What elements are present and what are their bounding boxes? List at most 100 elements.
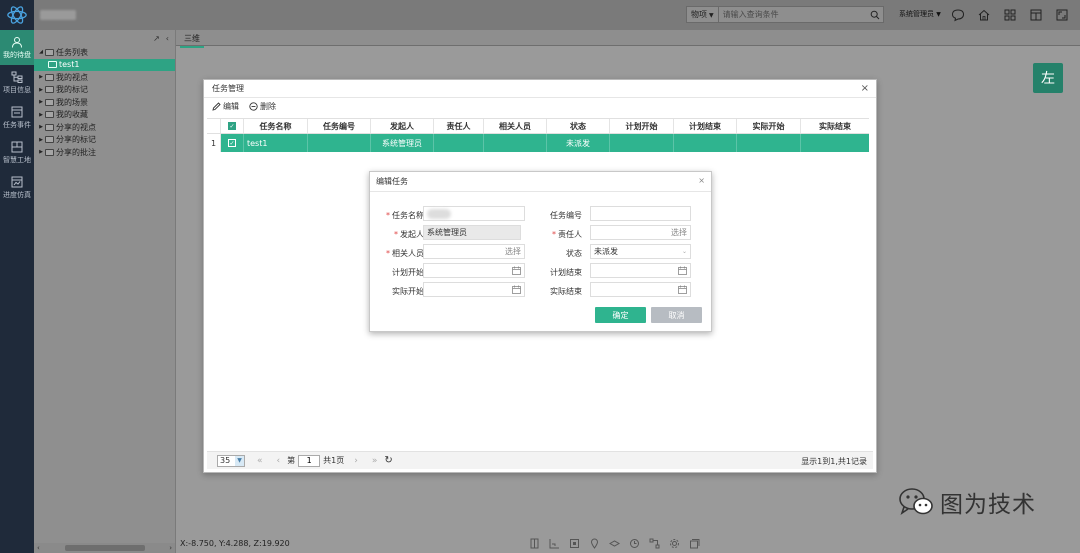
select-hint[interactable]: 选择 <box>505 246 521 257</box>
page-number-input[interactable] <box>298 454 321 467</box>
tree-item-label: 我的收藏 <box>56 110 88 120</box>
collapsed-caret-icon[interactable]: ▶ <box>37 87 45 93</box>
building-icon[interactable] <box>528 537 540 549</box>
tree-item-my-favorites[interactable]: ▶ 我的收藏 <box>34 109 175 122</box>
actual-end-field[interactable] <box>590 282 691 297</box>
nav-item-project-info[interactable]: 项目信息 <box>0 65 34 100</box>
search-icon[interactable] <box>867 7 883 22</box>
cancel-button[interactable]: 取消 <box>651 307 702 323</box>
first-page-icon[interactable]: « <box>257 456 263 466</box>
tab-3d[interactable]: 三维 <box>180 31 204 48</box>
prev-page-icon[interactable]: ‹ <box>277 456 281 466</box>
table-row[interactable]: 1 ✓ test1 系统管理员 未派发 <box>207 134 869 152</box>
chat-icon[interactable] <box>950 6 966 24</box>
nav-item-progress-simulation[interactable]: 进度仿真 <box>0 170 34 205</box>
collapsed-caret-icon[interactable]: ▶ <box>37 124 45 130</box>
select-hint[interactable]: 选择 <box>671 227 687 238</box>
location-pin-icon[interactable] <box>588 537 600 549</box>
row-checkbox[interactable]: ✓ <box>228 139 236 147</box>
horizontal-scrollbar[interactable]: ‹ › <box>34 543 175 553</box>
nav-item-my-todo[interactable]: 我的待盘 <box>0 30 34 65</box>
measure-icon[interactable] <box>548 537 560 549</box>
top-bar: 物项▼ 系统管理员 ▼ <box>0 0 1080 30</box>
home-icon[interactable] <box>976 6 992 24</box>
calendar-icon[interactable] <box>512 266 521 275</box>
select-all-checkbox[interactable]: ✓ <box>228 122 236 130</box>
side-view-badge[interactable]: 左 <box>1033 63 1063 93</box>
collapsed-caret-icon[interactable]: ▶ <box>37 112 45 118</box>
tree-item-test1[interactable]: test1 <box>34 58 175 71</box>
nav-item-task-events[interactable]: 任务事件 <box>0 100 34 135</box>
next-page-icon[interactable]: › <box>354 456 358 466</box>
clock-icon[interactable] <box>628 537 640 549</box>
calendar-icon[interactable] <box>678 266 687 275</box>
nav-item-label: 任务事件 <box>3 120 31 129</box>
status-select[interactable]: 未派发 ⌄ <box>590 244 691 259</box>
close-icon[interactable]: × <box>698 176 705 185</box>
search-input[interactable] <box>717 7 867 22</box>
tree-item-shared-annotations[interactable]: ▶ 分享的批注 <box>34 146 175 159</box>
plan-start-field[interactable] <box>423 263 525 278</box>
plan-end-field[interactable] <box>590 263 691 278</box>
network-icon[interactable] <box>648 537 660 549</box>
expand-icon[interactable]: ↗ <box>153 34 160 43</box>
close-icon[interactable]: × <box>861 83 869 94</box>
scrollbar-thumb[interactable] <box>64 545 145 551</box>
cell-owner <box>434 134 484 152</box>
nav-item-smart-site[interactable]: 智慧工地 <box>0 135 34 170</box>
calendar-icon[interactable] <box>678 285 687 294</box>
tree-item-my-viewpoints[interactable]: ▶ 我的视点 <box>34 71 175 84</box>
owner-field[interactable]: 选择 <box>590 225 691 240</box>
tree-item-shared-marks[interactable]: ▶ 分享的标记 <box>34 134 175 147</box>
tree-item-shared-viewpoints[interactable]: ▶ 分享的视点 <box>34 121 175 134</box>
view-icon[interactable] <box>608 537 620 549</box>
grid-apps-icon[interactable] <box>1002 6 1018 24</box>
collapsed-caret-icon[interactable]: ▶ <box>37 137 45 143</box>
refresh-icon[interactable]: ↻ <box>384 455 392 466</box>
collapsed-caret-icon[interactable]: ▶ <box>37 99 45 105</box>
user-menu[interactable]: 系统管理员 ▼ <box>899 9 941 19</box>
edit-button[interactable]: 编辑 <box>212 101 239 112</box>
search-type-select[interactable]: 物项 ▼ <box>687 9 718 20</box>
column-header[interactable]: 计划开始 <box>610 119 674 133</box>
collapse-panel-icon[interactable]: ‹ <box>166 34 169 43</box>
scroll-right-icon[interactable]: › <box>169 544 172 552</box>
collapsed-caret-icon[interactable]: ▶ <box>37 149 45 155</box>
layers-icon[interactable] <box>688 537 700 549</box>
fullscreen-icon[interactable] <box>1054 6 1070 24</box>
tree-item-my-marks[interactable]: ▶ 我的标记 <box>34 84 175 97</box>
last-page-icon[interactable]: » <box>372 456 378 466</box>
label-text: 相关人员 <box>392 249 424 258</box>
column-header[interactable]: 状态 <box>547 119 610 133</box>
column-header[interactable]: 任务名称 <box>244 119 308 133</box>
expanded-caret-icon[interactable]: ◢ <box>37 49 45 55</box>
confirm-button[interactable]: 确定 <box>595 307 646 323</box>
column-header[interactable]: 实际开始 <box>737 119 801 133</box>
calendar-icon[interactable] <box>512 285 521 294</box>
delete-button[interactable]: 删除 <box>249 101 276 112</box>
tree-item-label: 我的标记 <box>56 85 88 95</box>
page-size-select[interactable]: 35 ▼ <box>217 454 245 467</box>
scroll-left-icon[interactable]: ‹ <box>37 544 40 552</box>
column-header[interactable]: 实际结束 <box>801 119 869 133</box>
app-logo[interactable] <box>0 0 34 30</box>
row-checkbox-cell[interactable]: ✓ <box>221 134 244 152</box>
layout-icon[interactable] <box>1028 6 1044 24</box>
label-text: 实际开始 <box>392 287 424 296</box>
select-all-cell[interactable]: ✓ <box>221 119 244 133</box>
column-header[interactable]: 任务编号 <box>308 119 371 133</box>
related-field[interactable]: 选择 <box>423 244 525 259</box>
status-value: 未派发 <box>594 247 618 256</box>
task-name-field[interactable] <box>423 206 525 221</box>
column-header[interactable]: 计划结束 <box>674 119 737 133</box>
collapsed-caret-icon[interactable]: ▶ <box>37 74 45 80</box>
column-header[interactable]: 发起人 <box>371 119 434 133</box>
tree-item-my-scenes[interactable]: ▶ 我的场景 <box>34 96 175 109</box>
tree-item-task-list[interactable]: ◢ 任务列表 <box>34 46 175 59</box>
task-code-field[interactable] <box>590 206 691 221</box>
section-icon[interactable] <box>568 537 580 549</box>
column-header[interactable]: 责任人 <box>434 119 484 133</box>
column-header[interactable]: 相关人员 <box>484 119 547 133</box>
actual-start-field[interactable] <box>423 282 525 297</box>
settings-icon[interactable] <box>668 537 680 549</box>
